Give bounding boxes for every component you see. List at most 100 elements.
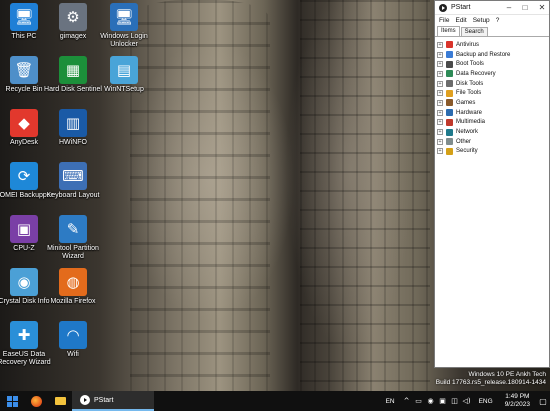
taskbar-pstart[interactable]: PStart: [72, 391, 154, 411]
expand-icon[interactable]: +: [437, 138, 443, 145]
tree-item-network[interactable]: + Network: [437, 127, 547, 137]
show-hidden-icons-icon[interactable]: ^: [401, 397, 413, 405]
app-tray-icon[interactable]: ◉: [425, 397, 437, 405]
tab-search[interactable]: Search: [460, 27, 488, 36]
menu-file[interactable]: File: [439, 17, 449, 24]
tree-item-disk-tools[interactable]: + Disk Tools: [437, 79, 547, 89]
tree-item-multimedia[interactable]: + Multimedia: [437, 118, 547, 128]
category-icon: [446, 99, 453, 107]
taskbar-file-explorer[interactable]: [48, 391, 72, 411]
hard-disk-sentinel-icon: ▦: [59, 56, 87, 84]
taskbar-firefox[interactable]: [24, 391, 48, 411]
aomei-backupper-icon: ⟳: [10, 162, 38, 190]
category-label: Data Recovery: [456, 70, 496, 77]
minimize-icon[interactable]: –: [503, 1, 515, 15]
tree-item-antivirus[interactable]: + Antivirus: [437, 40, 547, 50]
category-icon: [446, 70, 453, 78]
start-button[interactable]: [0, 391, 24, 411]
desktop-icon-hwinfo[interactable]: ▥ HWiNFO: [41, 109, 105, 147]
screen-icon[interactable]: ▣: [437, 397, 449, 405]
category-label: File Tools: [456, 90, 482, 97]
tree-item-file-tools[interactable]: + File Tools: [437, 88, 547, 98]
expand-icon[interactable]: +: [437, 80, 443, 87]
expand-icon[interactable]: +: [437, 129, 443, 136]
tree-item-boot-tools[interactable]: + Boot Tools: [437, 59, 547, 69]
system-tray: EN ^ ▭ ◉ ▣ ◫ ◁) ENG 1:49 PM 9/2/2023 ▢: [380, 391, 550, 411]
category-label: Disk Tools: [456, 80, 484, 87]
close-icon[interactable]: ✕: [535, 1, 549, 15]
clock-date: 9/2/2023: [504, 401, 530, 408]
category-label: Games: [456, 99, 476, 106]
expand-icon[interactable]: +: [437, 109, 443, 116]
menu-help[interactable]: ?: [496, 17, 500, 24]
input-language[interactable]: EN: [380, 398, 401, 405]
tab-items[interactable]: Items: [437, 26, 460, 36]
tree-item-data-recovery[interactable]: + Data Recovery: [437, 69, 547, 79]
gimagex-icon: ⚙: [59, 3, 87, 31]
expand-icon[interactable]: +: [437, 61, 443, 68]
pstart-app-icon: [439, 3, 447, 12]
desktop-icon-keyboard-layout[interactable]: ⌨ Keyboard Layout: [41, 162, 105, 200]
folder-icon: [54, 397, 66, 405]
tree-item-security[interactable]: + Security: [437, 147, 547, 157]
expand-icon[interactable]: +: [437, 51, 443, 58]
cpu-z-icon: ▣: [10, 215, 38, 243]
pstart-title-bar[interactable]: PStart – □ ✕: [435, 1, 549, 15]
expand-icon[interactable]: +: [437, 148, 443, 155]
keyboard-icon[interactable]: ▭: [413, 397, 425, 405]
tree-item-games[interactable]: + Games: [437, 98, 547, 108]
winntsetup-icon: ▤: [110, 56, 138, 84]
menu-edit[interactable]: Edit: [455, 17, 466, 24]
crystal-disk-info-icon: ◉: [10, 268, 38, 296]
pstart-window: PStart – □ ✕ File Edit Setup ? Items Sea…: [434, 0, 550, 368]
expand-icon[interactable]: +: [437, 99, 443, 106]
category-label: Multimedia: [456, 119, 486, 126]
tab-strip: Items Search: [435, 26, 549, 36]
network-icon[interactable]: ◫: [449, 397, 461, 405]
watermark-edition: Windows 10 PE Ankh Tech: [468, 371, 546, 378]
category-icon: [446, 109, 453, 117]
wifi-icon: ◠: [59, 321, 87, 349]
desktop-icon-minitool-partition-wizard[interactable]: ✎ Minitool Partition Wizard: [41, 215, 105, 261]
taskbar: PStart EN ^ ▭ ◉ ▣ ◫ ◁) ENG 1:49 PM 9/2/2…: [0, 391, 550, 411]
clock[interactable]: 1:49 PM 9/2/2023: [499, 393, 536, 409]
os-build-watermark: Windows 10 PE Ankh Tech Build 17763.rs5_…: [436, 371, 546, 387]
keyboard-icon: ⌨: [59, 162, 87, 190]
minitool-icon: ✎: [59, 215, 87, 243]
watermark-build: Build 17763.rs5_release.180914-1434: [435, 379, 546, 386]
keyboard-language[interactable]: ENG: [473, 398, 499, 405]
pstart-icon: [80, 395, 90, 405]
maximize-icon[interactable]: □: [519, 1, 531, 15]
desktop-icon-winntsetup[interactable]: ▤ WinNTSetup: [92, 56, 156, 94]
tree-item-backup-and-restore[interactable]: + Backup and Restore: [437, 50, 547, 60]
expand-icon[interactable]: +: [437, 119, 443, 126]
category-icon: [446, 147, 453, 155]
windows-logo-icon: [6, 395, 18, 407]
hwinfo-icon: ▥: [59, 109, 87, 137]
volume-icon[interactable]: ◁): [461, 397, 473, 405]
category-label: Antivirus: [456, 41, 480, 48]
category-label: Hardware: [456, 109, 483, 116]
category-tree: + Antivirus + Backup and Restore + Boot Tools…: [435, 36, 549, 367]
category-label: Network: [456, 129, 479, 136]
desktop-icon-windows-login-unlocker[interactable]: 🖥 Windows Login Unlocker: [92, 3, 156, 49]
category-icon: [446, 60, 453, 68]
this-pc-icon: 🖥: [10, 3, 38, 31]
menu-setup[interactable]: Setup: [473, 17, 490, 24]
window-title: PStart: [451, 4, 471, 11]
expand-icon[interactable]: +: [437, 41, 443, 48]
tree-item-hardware[interactable]: + Hardware: [437, 108, 547, 118]
anydesk-icon: ◆: [10, 109, 38, 137]
desktop-icon-mozilla-firefox[interactable]: ◍ Mozilla Firefox: [41, 268, 105, 306]
notification-icon[interactable]: ▢: [536, 397, 550, 406]
category-label: Security: [456, 148, 478, 155]
desktop-icon-wifi[interactable]: ◠ Wifi: [41, 321, 105, 359]
expand-icon[interactable]: +: [437, 90, 443, 97]
category-label: Backup and Restore: [456, 51, 511, 58]
category-icon: [446, 118, 453, 126]
firefox-icon: [30, 395, 42, 407]
category-icon: [446, 128, 453, 136]
tree-item-other[interactable]: + Other: [437, 137, 547, 147]
expand-icon[interactable]: +: [437, 70, 443, 77]
menu-bar: File Edit Setup ?: [435, 15, 549, 26]
